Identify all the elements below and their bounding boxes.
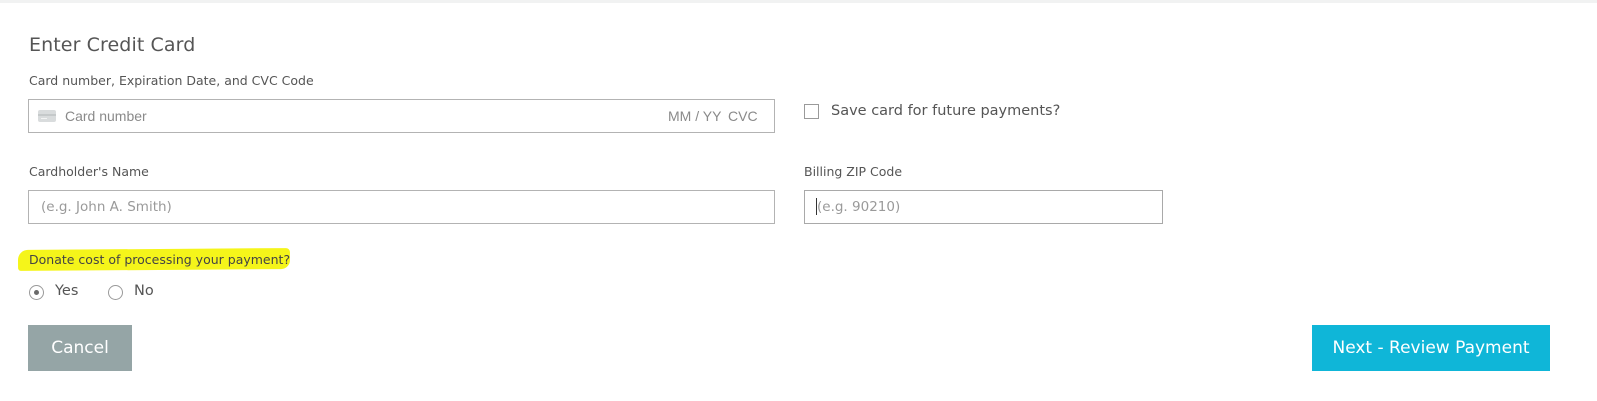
donate-yes-label[interactable]: Yes [55, 283, 78, 299]
save-card-checkbox[interactable] [804, 104, 819, 119]
card-number-input[interactable]: Card number [65, 108, 147, 124]
donate-yes-radio[interactable] [29, 285, 44, 300]
cardholder-name-input[interactable] [28, 190, 775, 224]
donate-no-radio[interactable] [108, 285, 123, 300]
card-expiration-input[interactable]: MM / YY [668, 108, 721, 124]
billing-zip-input[interactable] [804, 190, 1163, 224]
top-divider [0, 0, 1597, 3]
text-cursor [816, 198, 817, 215]
save-card-label[interactable]: Save card for future payments? [831, 103, 1060, 119]
donate-no-label[interactable]: No [134, 283, 154, 299]
cancel-button[interactable]: Cancel [28, 325, 132, 371]
donate-question-label: Donate cost of processing your payment? [29, 252, 291, 267]
card-details-label: Card number, Expiration Date, and CVC Co… [29, 73, 314, 88]
billing-zip-label: Billing ZIP Code [804, 164, 903, 179]
next-review-payment-button[interactable]: Next - Review Payment [1312, 325, 1550, 371]
credit-card-icon [38, 110, 56, 122]
card-details-field[interactable]: Card number MM / YY CVC [28, 99, 775, 133]
card-cvc-input[interactable]: CVC [728, 108, 758, 124]
cardholder-name-label: Cardholder's Name [29, 164, 149, 179]
page-title: Enter Credit Card [29, 34, 196, 56]
